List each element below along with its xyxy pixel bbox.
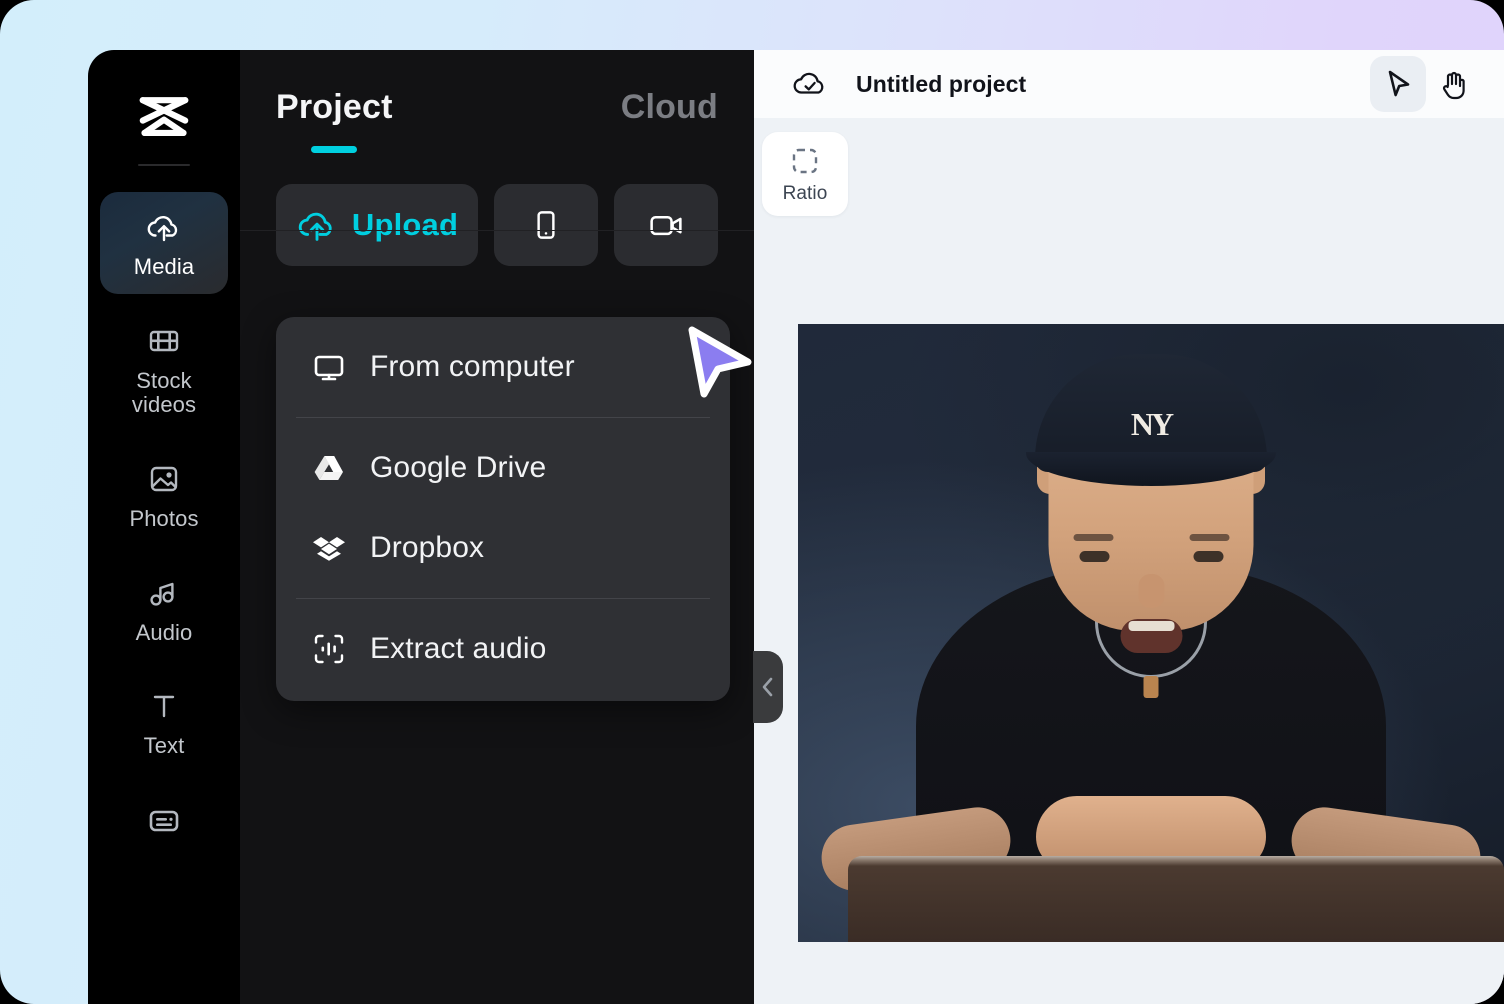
- ratio-button-label: Ratio: [782, 182, 828, 204]
- menu-item-extract-audio[interactable]: Extract audio: [276, 609, 730, 689]
- menu-item-google-drive[interactable]: Google Drive: [276, 428, 730, 508]
- cloud-upload-icon: [298, 212, 332, 241]
- subject-left-eye: [1079, 551, 1109, 562]
- collapse-panel-button[interactable]: [753, 651, 783, 723]
- capcut-logo-icon: [139, 97, 189, 137]
- tab-project-label: Project: [276, 88, 393, 126]
- sidebar-item-text[interactable]: Text: [100, 671, 228, 773]
- subject-right-brow: [1189, 534, 1229, 541]
- record-from-camera-button[interactable]: [614, 184, 718, 266]
- menu-divider: [296, 598, 710, 599]
- sidebar-item-label: Audio: [135, 619, 193, 645]
- ratio-button[interactable]: Ratio: [762, 132, 848, 216]
- capcut-logo[interactable]: [88, 94, 240, 140]
- cap-logo-text: NY: [1130, 406, 1174, 442]
- video-preview-canvas[interactable]: NY: [798, 324, 1504, 942]
- left-icon-rail: Media Stock videos Photos Audio Text: [88, 50, 240, 1004]
- phone-icon: [537, 211, 555, 239]
- sidebar-item-label: Stock videos: [131, 367, 197, 418]
- upload-button-label: Upload: [351, 207, 459, 242]
- menu-item-label: From computer: [370, 350, 575, 383]
- cloud-check-icon: [793, 72, 824, 94]
- sidebar-item-label: Photos: [129, 505, 199, 531]
- subject-pendant: [1143, 676, 1159, 698]
- film-strip-icon: [149, 330, 179, 351]
- menu-item-label: Dropbox: [370, 531, 485, 564]
- dashed-square-icon: [792, 148, 818, 173]
- upload-button[interactable]: Upload: [276, 184, 478, 266]
- google-drive-icon: [314, 456, 343, 480]
- chevron-left-icon: [762, 677, 773, 697]
- monitor-icon: [314, 355, 344, 381]
- subject-nose: [1138, 574, 1164, 608]
- sidebar-item-stock-videos[interactable]: Stock videos: [100, 306, 228, 432]
- sidebar-item-audio[interactable]: Audio: [100, 558, 228, 660]
- video-camera-icon: [650, 215, 682, 236]
- preview-stage: Ratio NY: [753, 118, 1504, 1004]
- menu-divider: [296, 417, 710, 418]
- sidebar-item-label: Media: [133, 254, 195, 279]
- pan-tool-button[interactable]: [1426, 56, 1482, 112]
- tab-cloud[interactable]: Cloud: [621, 88, 718, 153]
- menu-item-dropbox[interactable]: Dropbox: [276, 508, 730, 588]
- media-panel: Project Cloud Upload From computer Googl…: [240, 50, 754, 1004]
- cloud-upload-icon: [147, 216, 178, 242]
- video-desk: [848, 856, 1504, 942]
- tabs-bottom-rule: [240, 230, 754, 231]
- sidebar-item-photos[interactable]: Photos: [100, 444, 228, 546]
- upload-source-menu: From computer Google Drive Dropbox Extra…: [276, 317, 730, 701]
- record-from-phone-button[interactable]: [494, 184, 598, 266]
- extract-audio-icon: [314, 634, 344, 664]
- capcut-editor-window: Media Stock videos Photos Audio Text Pro…: [88, 50, 1504, 1004]
- select-arrow-icon: [1388, 70, 1410, 97]
- tab-project[interactable]: Project: [276, 88, 393, 153]
- subject-teeth: [1128, 621, 1174, 631]
- subject-left-brow: [1073, 534, 1113, 541]
- rail-item-list: Media Stock videos Photos Audio Text: [88, 192, 240, 862]
- text-t-icon: [153, 695, 175, 718]
- page-backdrop: Media Stock videos Photos Audio Text Pro…: [0, 0, 1504, 1004]
- select-tool-button[interactable]: [1370, 56, 1426, 112]
- sidebar-item-media[interactable]: Media: [100, 192, 228, 294]
- sidebar-item-captions[interactable]: [100, 785, 228, 862]
- preview-topbar: Untitled project: [754, 50, 1504, 118]
- image-icon: [150, 466, 178, 492]
- menu-item-label: Google Drive: [370, 451, 547, 484]
- captions-icon: [149, 810, 179, 832]
- menu-item-label: Extract audio: [370, 632, 547, 665]
- dropbox-icon: [313, 537, 345, 561]
- music-note-icon: [150, 582, 174, 606]
- video-subject: NY: [798, 324, 1504, 942]
- upload-button-row: Upload: [240, 153, 754, 266]
- panel-tabs: Project Cloud: [240, 50, 754, 153]
- tab-active-underline: [311, 146, 358, 153]
- sidebar-item-label: Text: [143, 733, 185, 759]
- hand-pan-icon: [1442, 71, 1465, 100]
- menu-item-from-computer[interactable]: From computer: [276, 327, 730, 407]
- rail-divider: [138, 164, 190, 166]
- arrow-cursor: [688, 326, 752, 398]
- subject-right-eye: [1193, 551, 1223, 562]
- tab-cloud-label: Cloud: [620, 88, 718, 126]
- page-title: Untitled project: [856, 70, 1027, 97]
- preview-area: Untitled project Ratio NY: [753, 50, 1504, 1004]
